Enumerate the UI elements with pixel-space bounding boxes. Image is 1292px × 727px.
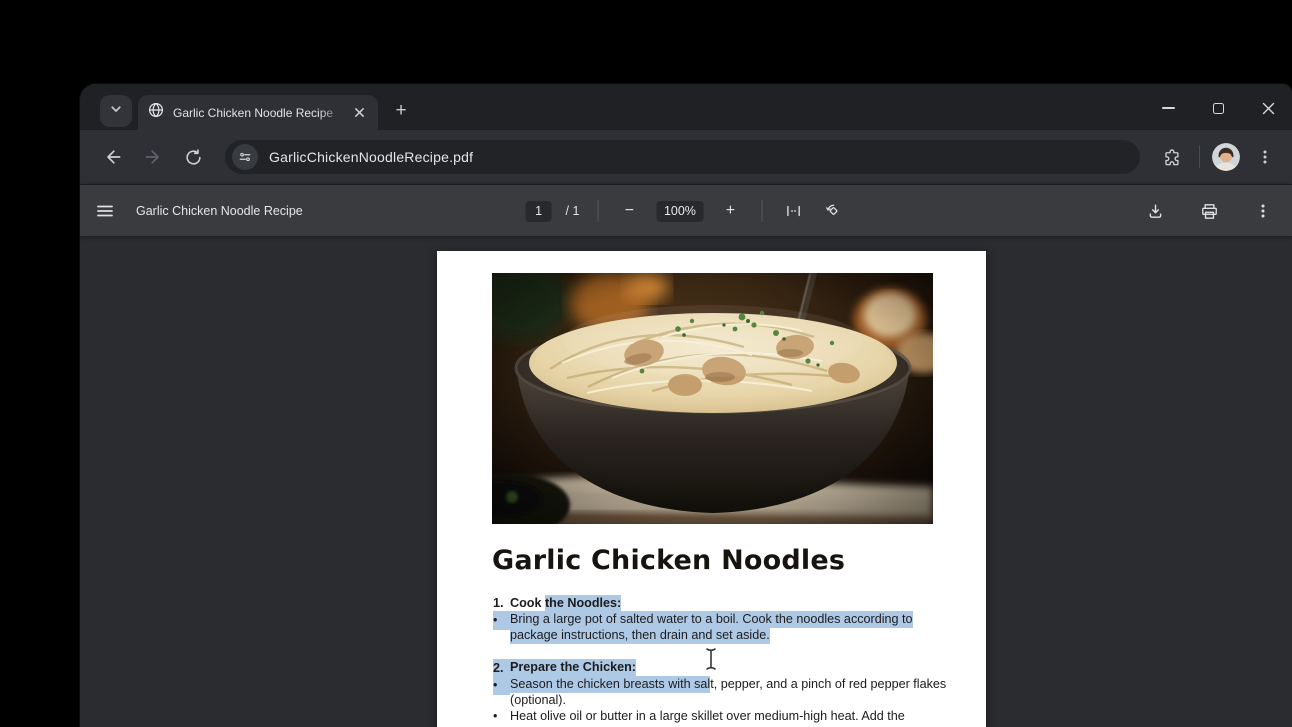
- tab-close-button[interactable]: [350, 104, 368, 122]
- maximize-icon: [1213, 103, 1224, 114]
- back-button[interactable]: [98, 142, 128, 172]
- step2-bullet1-line2: (optional).: [493, 692, 943, 708]
- zoom-in-button[interactable]: +: [717, 198, 743, 224]
- zoom-out-button[interactable]: −: [616, 198, 642, 224]
- url-text: GarlicChickenNoodleRecipe.pdf: [269, 149, 473, 165]
- selected-text: Prepare the Chicken:: [510, 659, 636, 676]
- browser-menu-button[interactable]: [1250, 142, 1280, 172]
- pdf-toolbar-divider: [597, 200, 598, 222]
- toolbar-divider: [1199, 146, 1200, 168]
- puzzle-icon: [1163, 148, 1182, 167]
- step1-number: 1.: [493, 595, 510, 611]
- browser-window: Garlic Chicken Noodle Recipe +: [80, 84, 1292, 727]
- text-cursor-i-beam: [704, 646, 718, 677]
- hamburger-icon: [96, 202, 114, 220]
- step1-bullet1-line1: •Bring a large pot of salted water to a …: [493, 611, 943, 627]
- pdf-toolbar: Garlic Chicken Noodle Recipe 1 / 1 − 100…: [80, 184, 1292, 236]
- pdf-action-buttons: [1130, 185, 1278, 237]
- fit-width-button[interactable]: [780, 198, 806, 224]
- step1-heading: 1.Cook the Noodles:: [493, 595, 943, 611]
- recipe-title: Garlic Chicken Noodles: [492, 545, 845, 576]
- page-number-input[interactable]: 1: [526, 201, 552, 222]
- printer-icon: [1200, 202, 1219, 221]
- window-controls: [1152, 94, 1284, 122]
- selected-text: package instructions, then drain and set…: [510, 627, 770, 644]
- pdf-page-zoom-controls: 1 / 1 − 100% +: [526, 185, 847, 237]
- tab-search-button[interactable]: [100, 95, 132, 127]
- selected-text: the Noodles:: [545, 595, 621, 612]
- step2-heading: 2.Prepare the Chicken:: [493, 659, 943, 675]
- forward-button[interactable]: [138, 142, 168, 172]
- minimize-button[interactable]: [1152, 94, 1184, 122]
- minimize-icon: [1162, 107, 1175, 109]
- bullet-marker: •: [493, 708, 510, 724]
- globe-favicon-icon: [148, 102, 164, 123]
- print-button[interactable]: [1194, 196, 1224, 226]
- tab-title: Garlic Chicken Noodle Recipe: [173, 106, 350, 120]
- profile-avatar[interactable]: [1212, 143, 1240, 171]
- step2-bullet2: •Heat olive oil or butter in a large ski…: [493, 708, 943, 724]
- chevron-down-icon: [109, 102, 123, 121]
- address-bar[interactable]: GarlicChickenNoodleRecipe.pdf: [225, 140, 1140, 174]
- reload-button[interactable]: [178, 142, 208, 172]
- rotate-ccw-icon: [824, 202, 842, 220]
- rotate-button[interactable]: [820, 198, 846, 224]
- selected-text: Bring a large pot of salted water to a b…: [510, 611, 913, 628]
- maximize-button[interactable]: [1202, 94, 1234, 122]
- pdf-more-button[interactable]: [1248, 196, 1278, 226]
- browser-toolbar: GarlicChickenNoodleRecipe.pdf: [80, 130, 1292, 184]
- extensions-button[interactable]: [1157, 142, 1187, 172]
- download-button[interactable]: [1140, 196, 1170, 226]
- window-close-button[interactable]: [1252, 94, 1284, 122]
- pdf-viewport[interactable]: Garlic Chicken Noodles 1.Cook the Noodle…: [80, 236, 1292, 727]
- tune-sliders-icon: [238, 150, 252, 164]
- pdf-toolbar-divider: [761, 200, 762, 222]
- pdf-document-title: Garlic Chicken Noodle Recipe: [136, 204, 303, 218]
- selected-text: Season the chicken breasts with sal: [510, 676, 710, 693]
- site-info-button[interactable]: [232, 144, 258, 170]
- download-icon: [1146, 202, 1165, 221]
- kebab-menu-icon: [1255, 203, 1271, 219]
- window-close-icon: [1262, 102, 1275, 115]
- step2-bullet1-line1: •Season the chicken breasts with salt, p…: [493, 676, 943, 692]
- recipe-photo: [492, 273, 933, 524]
- fit-width-icon: [784, 202, 802, 220]
- page-total-label: / 1: [566, 204, 580, 218]
- screen: Garlic Chicken Noodle Recipe +: [0, 0, 1292, 727]
- zoom-level-value[interactable]: 100%: [656, 201, 703, 222]
- tab-strip: Garlic Chicken Noodle Recipe +: [80, 84, 1292, 130]
- step1-bullet1-line2: package instructions, then drain and set…: [493, 627, 943, 643]
- new-tab-button[interactable]: +: [386, 96, 416, 126]
- pdf-menu-button[interactable]: [90, 196, 120, 226]
- tab-garlic-chicken-noodle-recipe[interactable]: Garlic Chicken Noodle Recipe: [138, 95, 378, 130]
- kebab-menu-icon: [1257, 149, 1273, 165]
